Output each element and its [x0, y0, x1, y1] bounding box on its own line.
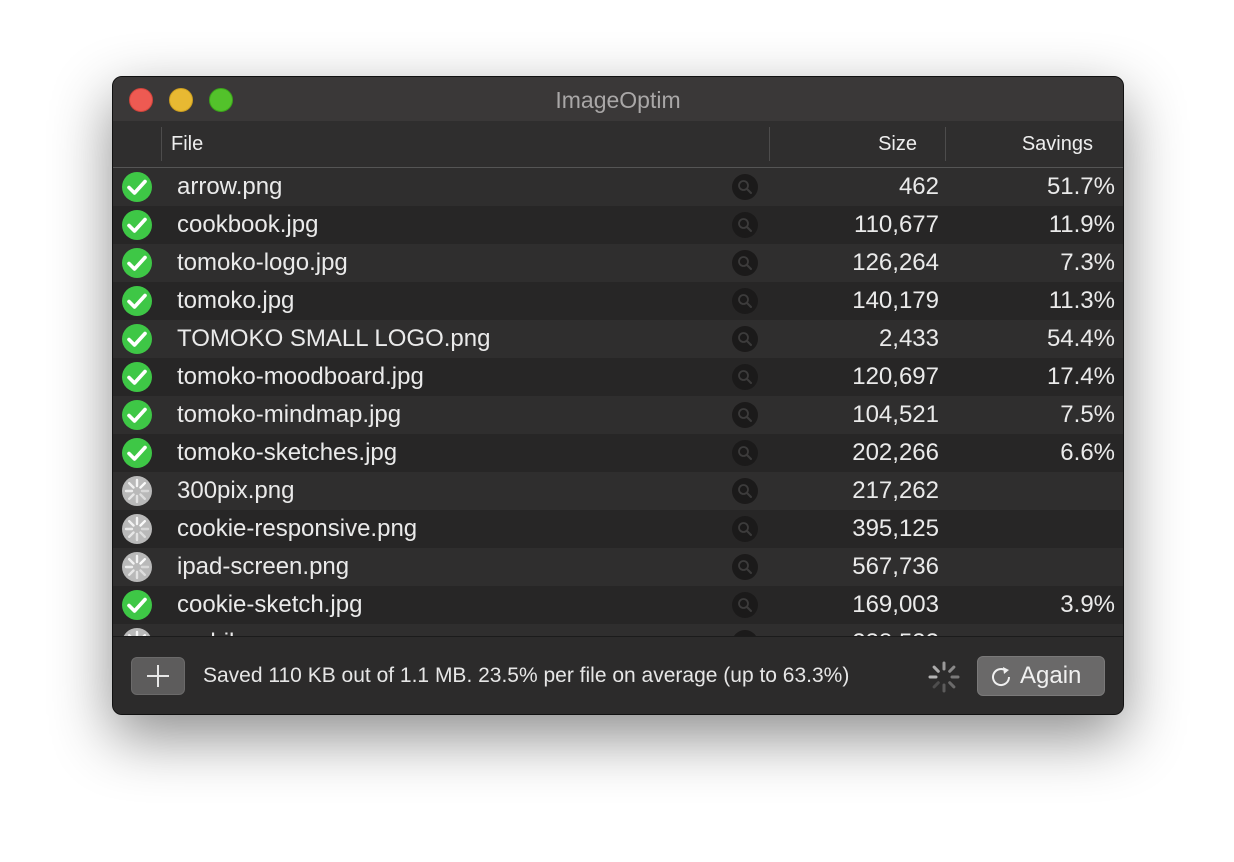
file-row[interactable]: tomoko-mindmap.jpg 104,521 7.5%: [113, 396, 1123, 434]
magnifier-icon[interactable]: [731, 553, 759, 581]
file-size: 395,125: [852, 515, 939, 542]
file-savings: 11.9%: [1048, 211, 1115, 238]
add-files-button[interactable]: [131, 657, 185, 695]
file-savings: 7.3%: [1060, 249, 1115, 276]
file-row[interactable]: cookbook.jpg 110,677 11.9%: [113, 206, 1123, 244]
file-name: ipad-screen.png: [177, 553, 350, 580]
file-savings: 6.6%: [1060, 439, 1115, 466]
check-circle-icon: [122, 362, 152, 392]
file-size: 462: [898, 173, 939, 200]
file-row[interactable]: tomoko-moodboard.jpg 120,697 17.4%: [113, 358, 1123, 396]
file-size: 202,266: [852, 439, 939, 466]
spinner-circle-icon: [122, 476, 152, 506]
file-list[interactable]: arrow.png 462 51.7% cookbook.jpg 110,677 11.9…: [113, 168, 1123, 637]
again-label: Again: [1020, 662, 1082, 689]
file-size: 110,677: [854, 211, 939, 238]
file-size: 120,697: [852, 363, 939, 390]
check-circle-icon: [122, 210, 152, 240]
file-row[interactable]: tomoko.jpg 140,179 11.3%: [113, 282, 1123, 320]
magnifier-icon[interactable]: [731, 325, 759, 353]
file-name: tomoko.jpg: [177, 287, 295, 314]
file-savings: 51.7%: [1046, 173, 1115, 200]
file-row[interactable]: 300pix.png 217,262: [113, 472, 1123, 510]
column-header-size[interactable]: Size: [878, 121, 917, 167]
magnifier-icon[interactable]: [731, 363, 759, 391]
check-circle-icon: [122, 248, 152, 278]
spinner-circle-icon: [122, 552, 152, 582]
file-savings: 54.4%: [1046, 325, 1115, 352]
column-header-file[interactable]: File: [171, 121, 203, 167]
file-size: 104,521: [852, 401, 939, 428]
status-bar: Saved 110 KB out of 1.1 MB. 23.5% per fi…: [113, 636, 1123, 714]
file-name: cookbook.jpg: [177, 211, 319, 238]
file-name: TOMOKO SMALL LOGO.png: [177, 325, 491, 352]
file-name: 300pix.png: [177, 477, 295, 504]
magnifier-icon[interactable]: [731, 591, 759, 619]
title-bar[interactable]: ImageOptim: [113, 77, 1123, 122]
file-size: 169,003: [852, 591, 939, 618]
file-size: 567,736: [852, 553, 939, 580]
column-separator[interactable]: [769, 127, 770, 161]
again-button[interactable]: Again: [977, 656, 1105, 696]
activity-spinner-icon: [928, 661, 960, 693]
file-size: 2,433: [878, 325, 939, 352]
file-row[interactable]: tomoko-sketches.jpg 202,266 6.6%: [113, 434, 1123, 472]
file-size: 217,262: [852, 477, 939, 504]
file-name: tomoko-sketches.jpg: [177, 439, 398, 466]
file-name: tomoko-mindmap.jpg: [177, 401, 402, 428]
magnifier-icon[interactable]: [731, 401, 759, 429]
file-name: arrow.png: [177, 173, 283, 200]
file-size: 140,179: [852, 287, 939, 314]
file-name: tomoko-moodboard.jpg: [177, 363, 424, 390]
magnifier-icon[interactable]: [731, 287, 759, 315]
check-circle-icon: [122, 324, 152, 354]
check-circle-icon: [122, 590, 152, 620]
file-row[interactable]: cookie-sketch.jpg 169,003 3.9%: [113, 586, 1123, 624]
column-separator: [161, 127, 162, 161]
magnifier-icon[interactable]: [731, 173, 759, 201]
table-header: File Size Savings: [113, 121, 1123, 168]
check-circle-icon: [122, 286, 152, 316]
file-row[interactable]: ipad-screen.png 567,736: [113, 548, 1123, 586]
check-circle-icon: [122, 172, 152, 202]
file-row[interactable]: arrow.png 462 51.7%: [113, 168, 1123, 206]
column-header-savings[interactable]: Savings: [1022, 121, 1093, 167]
magnifier-icon[interactable]: [731, 515, 759, 543]
magnifier-icon[interactable]: [731, 477, 759, 505]
check-circle-icon: [122, 438, 152, 468]
column-separator[interactable]: [945, 127, 946, 161]
magnifier-icon[interactable]: [731, 249, 759, 277]
file-row[interactable]: cookie-responsive.png 395,125: [113, 510, 1123, 548]
magnifier-icon[interactable]: [731, 211, 759, 239]
refresh-icon: [992, 667, 1011, 686]
file-name: cookie-responsive.png: [177, 515, 418, 542]
file-savings: 17.4%: [1046, 363, 1115, 390]
magnifier-icon[interactable]: [731, 439, 759, 467]
file-savings: 7.5%: [1060, 401, 1115, 428]
plus-icon: [147, 665, 169, 687]
file-row[interactable]: TOMOKO SMALL LOGO.png 2,433 54.4%: [113, 320, 1123, 358]
file-name: cookie-sketch.jpg: [177, 591, 363, 618]
file-name: tomoko-logo.jpg: [177, 249, 348, 276]
check-circle-icon: [122, 400, 152, 430]
spinner-circle-icon: [122, 514, 152, 544]
file-savings: 3.9%: [1060, 591, 1115, 618]
savings-summary: Saved 110 KB out of 1.1 MB. 23.5% per fi…: [203, 664, 850, 687]
file-savings: 11.3%: [1048, 287, 1115, 314]
file-row[interactable]: tomoko-logo.jpg 126,264 7.3%: [113, 244, 1123, 282]
window-title: ImageOptim: [555, 87, 681, 113]
app-window: ImageOptim File Size Savings arrow.png 46…: [112, 76, 1124, 715]
file-size: 126,264: [852, 249, 939, 276]
